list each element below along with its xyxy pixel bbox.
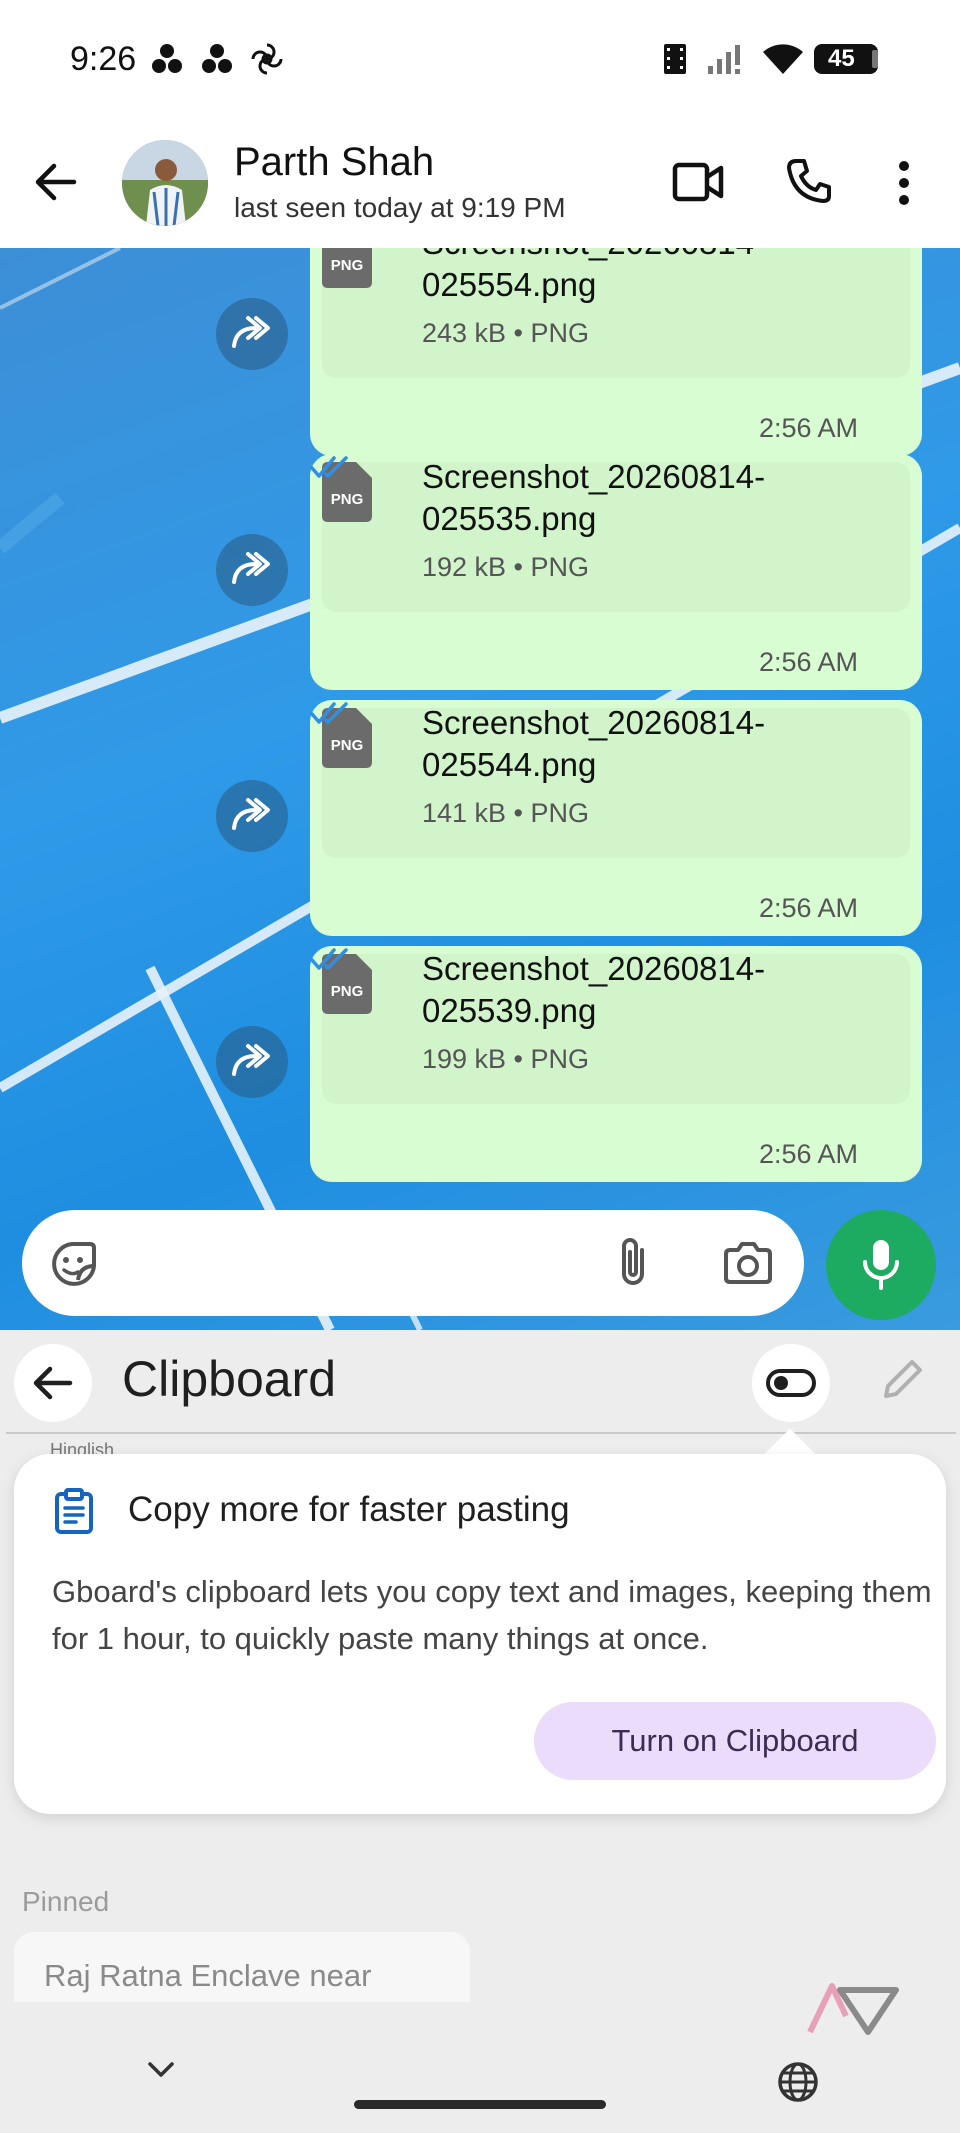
message-time: 2:56 AM <box>758 647 858 677</box>
clipboard-title: Clipboard <box>122 1351 337 1407</box>
pencil-icon[interactable] <box>880 1356 926 1402</box>
file-name: Screenshot_20260814-025535.png <box>422 458 766 537</box>
forward-button[interactable] <box>216 1026 288 1098</box>
sticker-icon[interactable] <box>50 1240 98 1288</box>
forward-button[interactable] <box>216 780 288 852</box>
back-arrow-icon <box>33 1366 73 1400</box>
file-meta: 199 kB • PNG <box>422 1044 590 1074</box>
file-attachment[interactable]: PNG Screenshot_20260814-025539.png 199 k… <box>322 950 910 1104</box>
camera-icon[interactable] <box>722 1240 774 1286</box>
file-type-label: PNG <box>331 257 364 274</box>
message-bubble[interactable]: PNG Screenshot_20260814-025554.png 243 k… <box>310 248 922 456</box>
toggle-icon <box>766 1369 816 1397</box>
notification-icon <box>202 44 232 73</box>
double-tick-icon <box>310 456 348 478</box>
clipboard-icon <box>55 1488 93 1534</box>
file-type-label: PNG <box>331 491 364 508</box>
wifi-icon <box>763 44 803 74</box>
chat-header: Parth Shah last seen today at 9:19 PM <box>0 120 960 248</box>
forward-button[interactable] <box>216 298 288 370</box>
promo-body: Gboard's clipboard lets you copy text an… <box>52 1574 932 1656</box>
promo-title: Copy more for faster pasting <box>128 1490 570 1529</box>
message-time: 2:56 AM <box>758 1139 858 1169</box>
more-vert-icon[interactable] <box>896 160 912 206</box>
file-name: Screenshot_20260814-025554.png <box>422 248 765 303</box>
forward-button[interactable] <box>216 534 288 606</box>
message-input[interactable] <box>22 1210 804 1316</box>
pinned-clip[interactable]: Raj Ratna Enclave near <box>14 1932 470 2002</box>
forward-icon <box>232 552 270 584</box>
contact-name[interactable]: Parth Shah <box>234 140 434 185</box>
file-attachment[interactable]: PNG Screenshot_20260814-025544.png 141 k… <box>322 704 910 858</box>
file-type-label: PNG <box>331 983 364 1000</box>
last-seen: last seen today at 9:19 PM <box>234 192 566 223</box>
message-time: 2:56 AM <box>758 413 858 443</box>
message-bubble[interactable]: PNG Screenshot_20260814-025544.png 141 k… <box>310 700 922 936</box>
voice-record-button[interactable] <box>826 1210 936 1320</box>
phone-icon[interactable] <box>786 158 832 204</box>
film-icon <box>664 44 686 74</box>
battery-tip <box>872 50 878 68</box>
file-meta: 243 kB • PNG <box>422 318 590 348</box>
battery-icon: 45 <box>814 44 878 74</box>
notification-icon <box>152 44 182 73</box>
png-file-icon: PNG <box>322 248 372 288</box>
chevron-down-icon[interactable] <box>146 2060 176 2080</box>
signal-icon <box>708 45 740 74</box>
forward-icon <box>232 798 270 830</box>
status-time: 9:26 <box>70 40 137 78</box>
double-tick-icon <box>310 948 348 970</box>
message-bubble[interactable]: PNG Screenshot_20260814-025535.png 192 k… <box>310 454 922 690</box>
avatar[interactable] <box>122 140 208 226</box>
pinwheel-icon <box>251 43 283 75</box>
turn-on-clipboard-button[interactable]: Turn on Clipboard <box>534 1702 936 1780</box>
attach-icon[interactable] <box>616 1236 650 1290</box>
file-name: Screenshot_20260814-025544.png <box>422 704 766 783</box>
clipboard-back-button[interactable] <box>14 1344 92 1422</box>
pinned-label: Pinned <box>22 1886 110 1917</box>
message-time: 2:56 AM <box>758 893 858 923</box>
status-bar: 9:26 45 <box>0 0 960 120</box>
file-attachment[interactable]: PNG Screenshot_20260814-025535.png 192 k… <box>322 458 910 612</box>
file-meta: 192 kB • PNG <box>422 552 590 582</box>
chat-wallpaper: PNG Screenshot_20260814-025554.png 243 k… <box>0 248 960 1330</box>
message-bubble[interactable]: PNG Screenshot_20260814-025539.png 199 k… <box>310 946 922 1182</box>
clipboard-promo-card: Copy more for faster pasting Gboard's cl… <box>14 1454 946 1814</box>
file-meta: 141 kB • PNG <box>422 798 590 828</box>
clipboard-toggle[interactable] <box>752 1344 830 1422</box>
watermark-logo <box>807 1983 899 2035</box>
video-call-icon[interactable] <box>672 160 724 204</box>
double-tick-icon <box>310 702 348 724</box>
forward-icon <box>232 316 270 348</box>
file-type-label: PNG <box>331 737 364 754</box>
back-arrow-icon[interactable] <box>34 160 78 204</box>
toolbar-divider <box>6 1432 956 1434</box>
file-name: Screenshot_20260814-025539.png <box>422 950 766 1029</box>
forward-icon <box>232 1044 270 1076</box>
battery-level: 45 <box>828 45 855 72</box>
mic-icon <box>863 1240 899 1290</box>
home-indicator[interactable] <box>354 2100 606 2109</box>
globe-icon[interactable] <box>776 2060 820 2104</box>
pinned-clip-text: Raj Ratna Enclave near <box>44 1958 372 1993</box>
file-attachment[interactable]: PNG Screenshot_20260814-025554.png 243 k… <box>322 248 910 378</box>
